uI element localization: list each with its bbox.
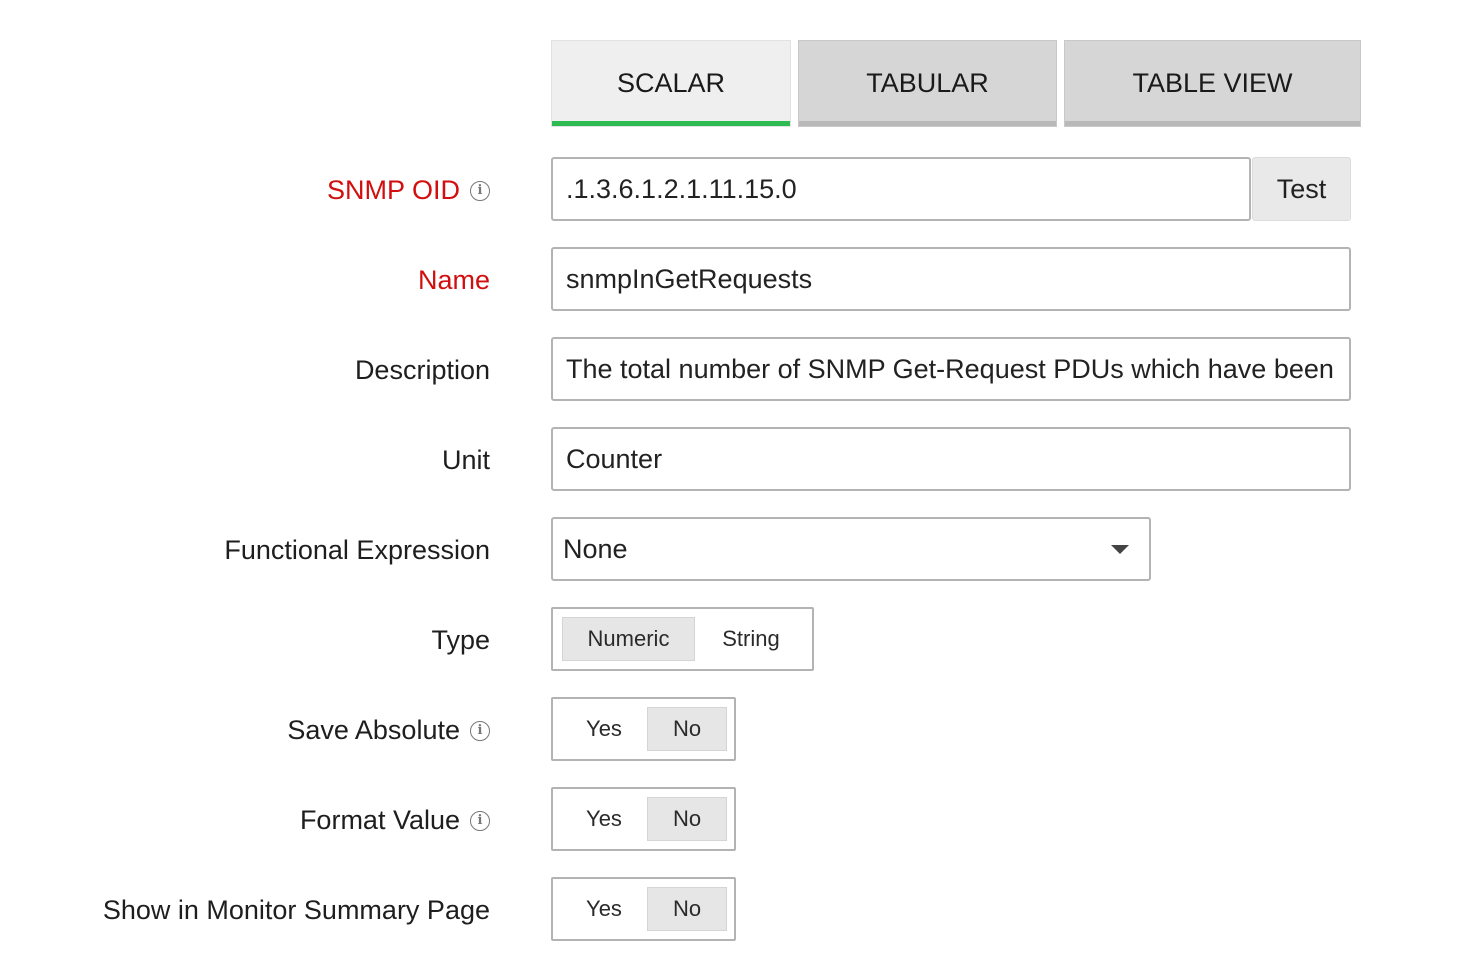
tab-scalar-active-indicator [552,121,790,126]
type-option-numeric[interactable]: Numeric [562,617,695,661]
tab-scalar-label: SCALAR [616,68,726,98]
save-absolute-option-yes[interactable]: Yes [562,707,646,751]
test-button-label: Test [1276,173,1327,204]
type-option-string[interactable]: String [698,617,804,661]
format-value-yes-label: Yes [586,806,622,831]
format-value-toggle: Yes No [551,787,736,851]
snmp-oid-label: SNMP OID i [327,175,490,206]
description-input[interactable]: The total number of SNMP Get-Request PDU… [551,337,1351,401]
format-value-label-text: Format Value [299,805,460,835]
save-absolute-yes-label: Yes [586,716,622,741]
show-in-summary-label-text: Show in Monitor Summary Page [102,895,490,925]
functional-expression-selected: None [563,533,628,564]
type-toggle: Numeric String [551,607,814,671]
unit-label: Unit [442,445,490,476]
show-in-summary-label: Show in Monitor Summary Page [103,895,490,926]
save-absolute-no-label: No [672,716,702,741]
name-value: snmpInGetRequests [566,263,813,294]
save-absolute-toggle: Yes No [551,697,736,761]
name-input[interactable]: snmpInGetRequests [551,247,1351,311]
format-value-no-label: No [672,806,702,831]
type-label: Type [431,625,490,656]
snmp-attribute-form: SCALAR TABULAR TABLE VIEW SNMP OID i .1.… [0,0,1478,956]
tab-tabular-indicator [799,121,1056,126]
description-value: The total number of SNMP Get-Request PDU… [566,353,1334,384]
save-absolute-label: Save Absolute i [287,715,490,746]
show-in-summary-yes-label: Yes [586,896,622,921]
tab-table-view-indicator [1065,121,1360,126]
unit-value: Counter [566,443,663,474]
functional-expression-label-text: Functional Expression [224,535,490,565]
description-label-text: Description [354,355,490,385]
show-in-summary-option-yes[interactable]: Yes [562,887,646,931]
unit-input[interactable]: Counter [551,427,1351,491]
show-in-summary-toggle: Yes No [551,877,736,941]
tab-table-view-label: TABLE VIEW [1132,68,1293,98]
name-label-text: Name [417,265,490,295]
snmp-oid-info-icon[interactable]: i [470,180,490,201]
snmp-oid-input[interactable]: .1.3.6.1.2.1.11.15.0 [551,157,1251,221]
snmp-oid-value: .1.3.6.1.2.1.11.15.0 [566,173,797,204]
format-value-option-yes[interactable]: Yes [562,797,646,841]
save-absolute-info-icon[interactable]: i [470,720,490,741]
type-option-string-label: String [722,626,780,651]
type-option-numeric-label: Numeric [587,626,670,651]
name-label: Name [418,265,490,296]
functional-expression-select[interactable]: None [551,517,1151,581]
format-value-label: Format Value i [300,805,490,836]
description-label: Description [355,355,490,386]
functional-expression-label: Functional Expression [224,535,490,566]
tab-tabular[interactable]: TABULAR [798,40,1057,127]
show-in-summary-option-no[interactable]: No [647,887,727,931]
format-value-info-icon[interactable]: i [470,810,490,831]
save-absolute-option-no[interactable]: No [647,707,727,751]
test-button[interactable]: Test [1252,157,1351,221]
chevron-down-icon [1111,544,1129,554]
type-label-text: Type [431,625,490,655]
snmp-oid-label-text: SNMP OID [326,175,460,205]
unit-label-text: Unit [441,445,490,475]
save-absolute-label-text: Save Absolute [287,715,460,745]
tab-table-view[interactable]: TABLE VIEW [1064,40,1361,127]
tab-scalar[interactable]: SCALAR [551,40,791,127]
format-value-option-no[interactable]: No [647,797,727,841]
show-in-summary-no-label: No [672,896,702,921]
tab-tabular-label: TABULAR [866,68,989,98]
